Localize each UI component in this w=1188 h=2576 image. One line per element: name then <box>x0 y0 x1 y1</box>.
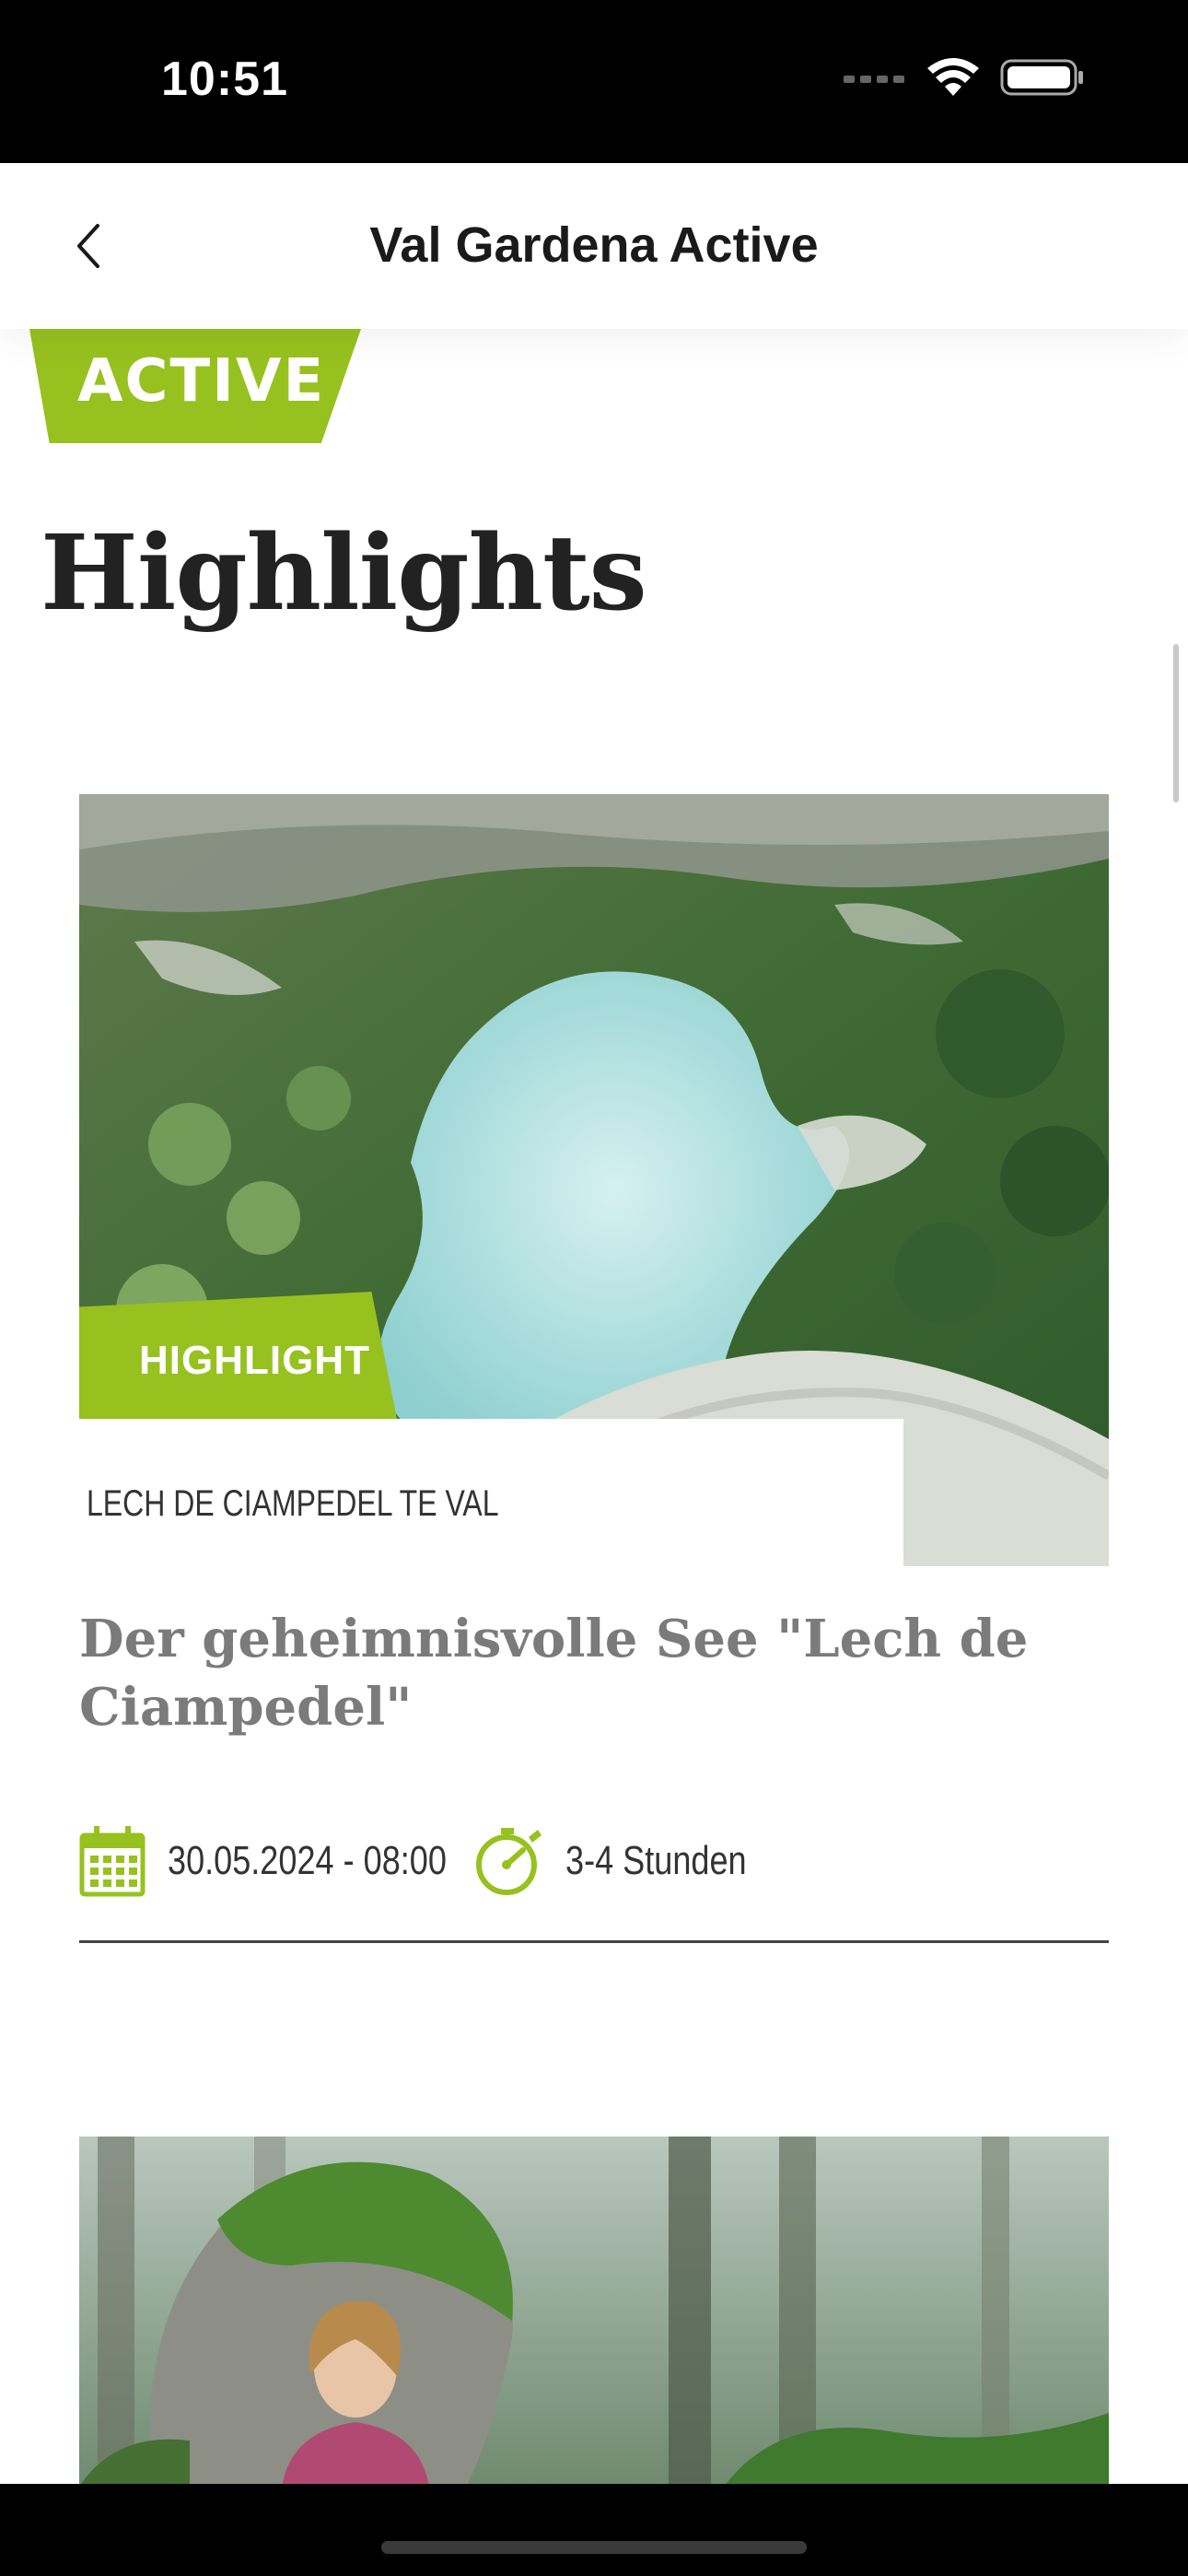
status-bar: 10:51 <box>0 0 1188 163</box>
event-card[interactable] <box>79 2137 1109 2484</box>
content-scroll-area[interactable]: ACTIVE Highlights HIGHLIGHT LECH DE CIAM… <box>0 329 1188 2484</box>
card-duration-text: 3-4 Stunden <box>565 1838 747 1883</box>
home-indicator[interactable] <box>381 2541 807 2554</box>
card-image-lake-aerial[interactable]: HIGHLIGHT LECH DE CIAMPEDEL TE VAL <box>79 794 1109 1566</box>
status-icons <box>842 57 1085 102</box>
home-bar-area <box>0 2484 1188 2576</box>
card-location: LECH DE CIAMPEDEL TE VAL <box>87 1483 499 1524</box>
active-badge-label: ACTIVE <box>77 347 326 416</box>
card-title[interactable]: Der geheimnisvolle See "Lech de Ciampede… <box>79 1605 1109 1741</box>
card-image-forest-rock[interactable] <box>79 2137 1109 2484</box>
stopwatch-icon <box>472 1824 545 1898</box>
scroll-indicator[interactable] <box>1173 644 1179 802</box>
cellular-signal-icon <box>842 68 906 91</box>
page-title: Val Gardena Active <box>369 217 819 273</box>
highlight-badge-label: HIGHLIGHT <box>139 1338 370 1383</box>
highlight-badge: HIGHLIGHT <box>79 1292 397 1419</box>
forest-rock-photo <box>79 2137 1109 2484</box>
calendar-icon <box>79 1824 146 1898</box>
location-box: LECH DE CIAMPEDEL TE VAL <box>79 1419 903 1566</box>
card-date: 30.05.2024 - 08:00 <box>79 1824 472 1898</box>
status-time: 10:51 <box>161 53 288 106</box>
card-divider <box>79 1940 1109 1943</box>
card-duration: 3-4 Stunden <box>472 1824 786 1898</box>
active-logo-badge: ACTIVE <box>29 329 361 443</box>
event-card[interactable]: HIGHLIGHT LECH DE CIAMPEDEL TE VAL Der g… <box>79 794 1109 1943</box>
card-date-text: 30.05.2024 - 08:00 <box>168 1838 447 1883</box>
wifi-icon <box>926 57 980 102</box>
battery-icon <box>1000 57 1085 102</box>
navigation-bar: Val Gardena Active <box>0 163 1188 329</box>
card-meta-row: 30.05.2024 - 08:00 3-4 Stunden <box>79 1824 786 1898</box>
section-title: Highlights <box>41 513 647 634</box>
